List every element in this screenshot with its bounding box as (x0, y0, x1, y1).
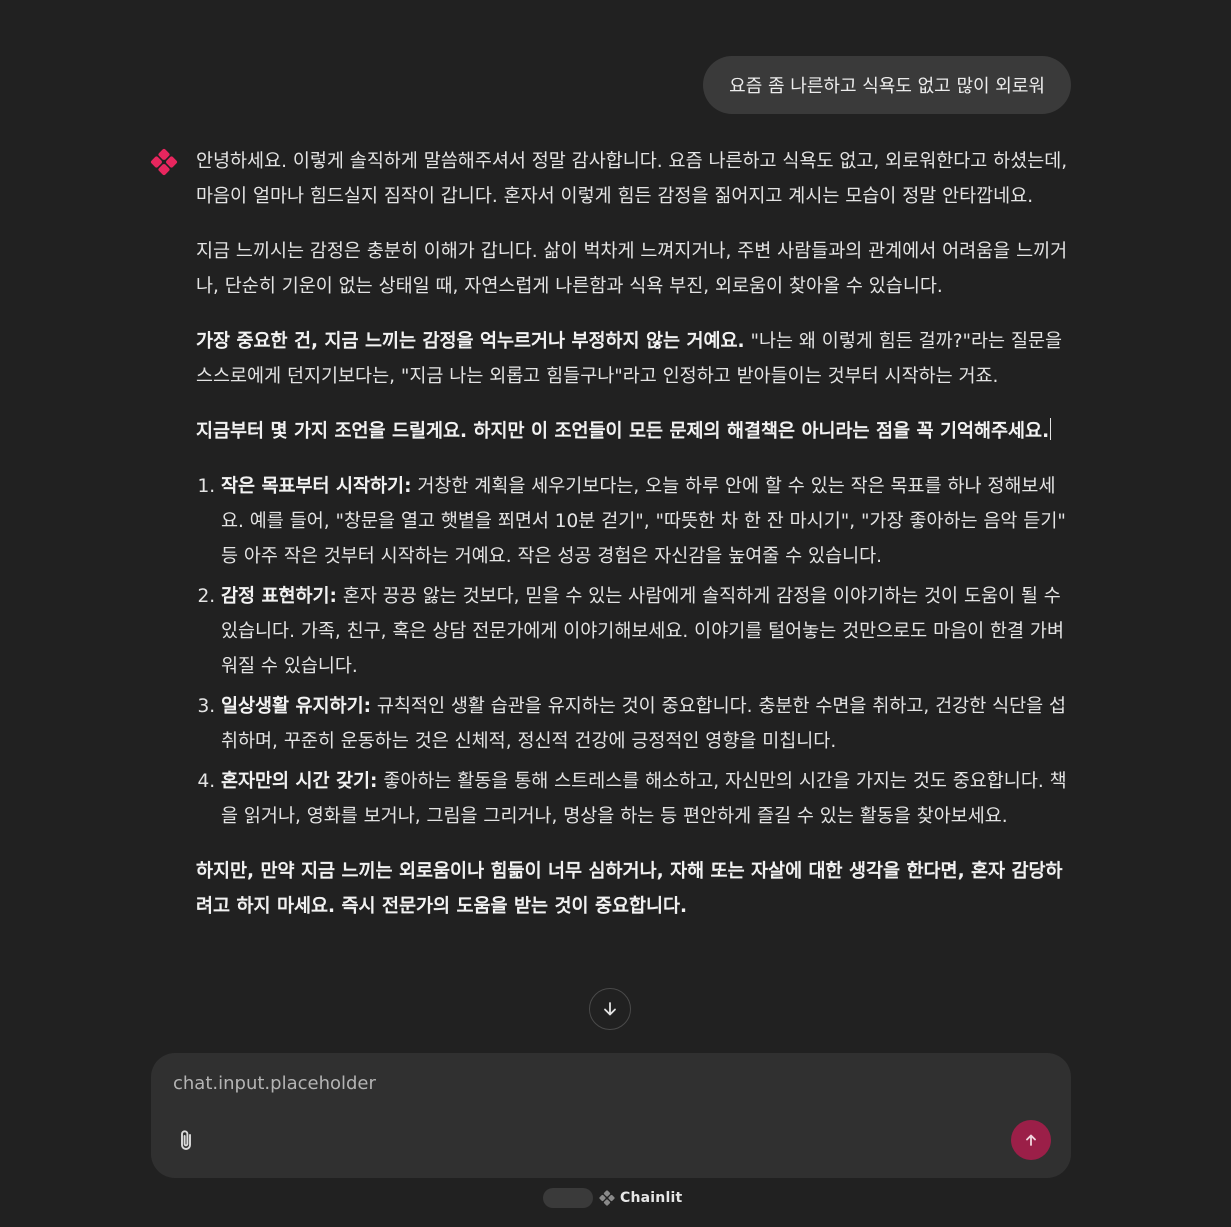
message-list[interactable]: 요즘 좀 나른하고 식욕도 없고 많이 외로워 안녕하세요. 이렇게 솔직하게 … (0, 0, 1231, 1060)
user-message: 요즘 좀 나른하고 식욕도 없고 많이 외로워 (703, 56, 1071, 114)
tip-title: 혼자만의 시간 갖기: (221, 771, 378, 792)
footer-branding: Chainlit (543, 1187, 682, 1209)
tip-text: 혼자 끙끙 앓는 것보다, 믿을 수 있는 사람에게 솔직하게 감정을 이야기하… (221, 586, 1064, 677)
footer-brand-name: Chainlit (620, 1190, 683, 1206)
chainlit-logo-icon (150, 148, 178, 176)
advice-intro-bold: 지금부터 몇 가지 조언을 드릴게요. 하지만 이 조언들이 모든 문제의 해결… (196, 421, 1050, 442)
paragraph-key-point: 가장 중요한 건, 지금 느끼는 감정을 억누르거나 부정하지 않는 거예요. … (196, 324, 1070, 394)
list-item: 혼자만의 시간 갖기: 좋아하는 활동을 통해 스트레스를 해소하고, 자신만의… (221, 764, 1070, 834)
tip-title: 감정 표현하기: (221, 586, 337, 607)
paragraph-warning: 하지만, 만약 지금 느끼는 외로움이나 힘듦이 너무 심하거나, 자해 또는 … (196, 854, 1070, 924)
attach-file-button[interactable] (173, 1126, 199, 1156)
user-message-text: 요즘 좀 나른하고 식욕도 없고 많이 외로워 (729, 76, 1045, 97)
paragraph-advice-intro: 지금부터 몇 가지 조언을 드릴게요. 하지만 이 조언들이 모든 문제의 해결… (196, 414, 1070, 449)
chat-page: 요즘 좀 나른하고 식욕도 없고 많이 외로워 안녕하세요. 이렇게 솔직하게 … (0, 0, 1231, 1227)
assistant-message-body: 안녕하세요. 이렇게 솔직하게 말씀해주셔서 정말 감사합니다. 요즘 나른하고… (196, 144, 1070, 924)
list-item: 감정 표현하기: 혼자 끙끙 앓는 것보다, 믿을 수 있는 사람에게 솔직하게… (221, 579, 1070, 684)
message-composer (151, 1053, 1071, 1178)
send-button[interactable] (1011, 1120, 1051, 1160)
chat-input[interactable] (171, 1067, 995, 1099)
tips-list: 작은 목표부터 시작하기: 거창한 계획을 세우기보다는, 오늘 하루 안에 할… (196, 469, 1070, 834)
paragraph-understanding: 지금 느끼시는 감정은 충분히 이해가 갑니다. 삶이 벅차게 느껴지거나, 주… (196, 241, 1068, 297)
paragraph-greeting: 안녕하세요. 이렇게 솔직하게 말씀해주셔서 정말 감사합니다. 요즘 나른하고… (196, 151, 1068, 207)
paperclip-icon (181, 1130, 191, 1150)
tip-title: 작은 목표부터 시작하기: (221, 476, 412, 497)
text-cursor (1050, 418, 1052, 440)
footer-pill (543, 1188, 593, 1208)
scroll-to-bottom-button[interactable] (589, 988, 631, 1030)
list-item: 작은 목표부터 시작하기: 거창한 계획을 세우기보다는, 오늘 하루 안에 할… (221, 469, 1070, 574)
assistant-message: 안녕하세요. 이렇게 솔직하게 말씀해주셔서 정말 감사합니다. 요즘 나른하고… (150, 144, 1070, 944)
list-item: 일상생활 유지하기: 규칙적인 생활 습관을 유지하는 것이 중요합니다. 충분… (221, 689, 1070, 759)
arrow-down-icon (604, 1002, 616, 1016)
key-point-bold: 가장 중요한 건, 지금 느끼는 감정을 억누르거나 부정하지 않는 거예요. (196, 331, 745, 352)
warning-bold: 하지만, 만약 지금 느끼는 외로움이나 힘듦이 너무 심하거나, 자해 또는 … (196, 861, 1063, 917)
chainlit-logo-icon (599, 1190, 615, 1206)
tip-title: 일상생활 유지하기: (221, 696, 371, 717)
arrow-up-icon (1026, 1134, 1036, 1146)
